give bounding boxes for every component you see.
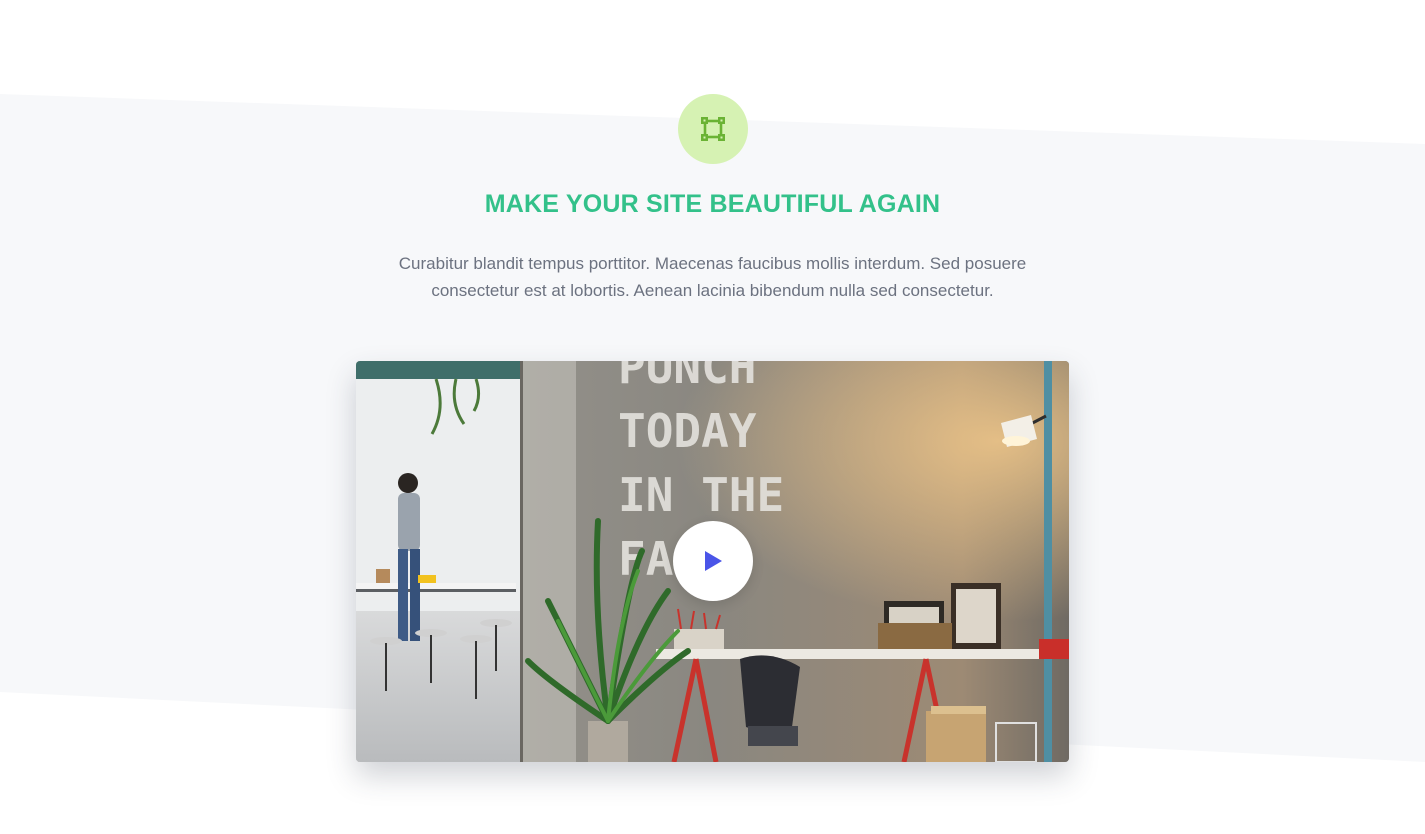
- feature-icon-badge: [678, 94, 748, 164]
- section-title: MAKE YOUR SITE BEAUTIFUL AGAIN: [484, 190, 941, 218]
- play-icon: [705, 551, 722, 571]
- video-thumbnail[interactable]: PUNCH TODAY IN THE FACE.: [356, 361, 1069, 762]
- feature-section: MAKE YOUR SITE BEAUTIFUL AGAIN Curabitur…: [0, 0, 1425, 834]
- section-description: Curabitur blandit tempus porttitor. Maec…: [398, 254, 1027, 300]
- page: MAKE YOUR SITE BEAUTIFUL AGAIN Curabitur…: [0, 0, 1425, 834]
- wall-text-line-1: PUNCH: [618, 361, 756, 394]
- wall-text-line-3: IN THE: [618, 468, 784, 522]
- crop-frame-icon: [701, 117, 725, 141]
- wall-text-line-2: TODAY: [618, 404, 757, 458]
- play-button[interactable]: [673, 521, 753, 601]
